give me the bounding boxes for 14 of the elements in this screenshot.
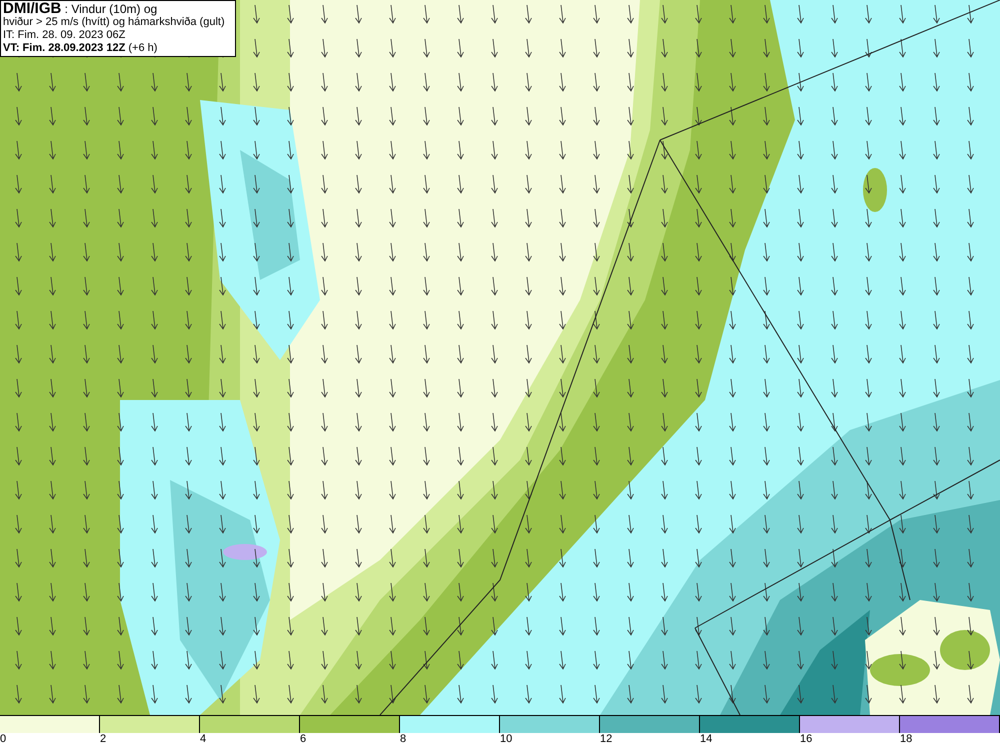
legend-label: 10 xyxy=(500,733,512,746)
legend-label: 4 xyxy=(200,733,206,746)
header-text: DMI/IGB : Vindur (10m) og xyxy=(3,2,158,16)
legend-label: 12 xyxy=(600,733,612,746)
header-text: hviður > 25 m/s (hvítt) og hámarkshviða (gult) xyxy=(3,16,226,29)
legend-label: 18 xyxy=(900,733,912,746)
legend-label: 16 xyxy=(800,733,812,746)
legend-label: 14 xyxy=(700,733,712,746)
legend-label: 0 xyxy=(0,733,6,746)
legend-label: 2 xyxy=(100,733,106,746)
legend-label: 6 xyxy=(300,733,306,746)
header-text: VT: Fim. 28.09.2023 12Z (+6 h) xyxy=(3,42,158,55)
legend-label: 8 xyxy=(400,733,406,746)
header-text: IT: Fim. 28. 09. 2023 06Z xyxy=(3,29,126,42)
